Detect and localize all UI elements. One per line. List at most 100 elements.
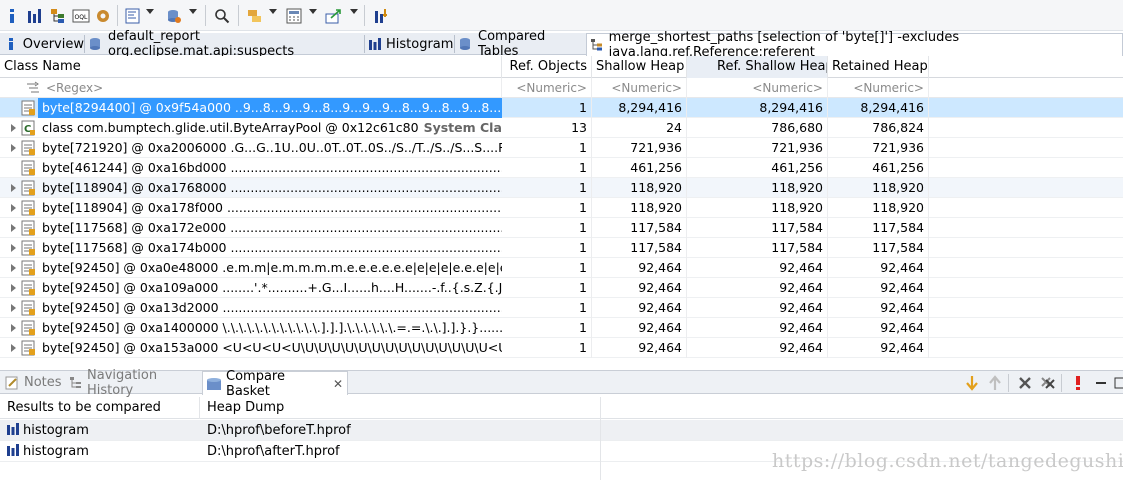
compare-results-icon[interactable] <box>1068 373 1088 392</box>
column-header-results[interactable]: Results to be compared <box>0 397 200 419</box>
object-icon <box>21 340 35 356</box>
retained-cell: 92,464 <box>828 278 929 298</box>
tab-histogram[interactable]: Histogram <box>365 33 453 55</box>
editor-tab-bar: Overview default_report org.eclipse.mat.… <box>0 29 1123 60</box>
maximize-icon[interactable] <box>1110 373 1123 392</box>
tab-overview[interactable]: Overview <box>0 33 84 55</box>
column-header-heap-dump[interactable]: Heap Dump <box>200 397 601 419</box>
expand-arrow-icon[interactable] <box>11 224 16 232</box>
class-name-cell: class com.bumptech.glide.util.ByteArrayP… <box>38 118 502 138</box>
retained-cell: 117,584 <box>828 238 929 258</box>
ref-objects-filter-input[interactable]: <Numeric> <box>502 78 592 98</box>
expand-arrow-icon[interactable] <box>11 304 16 312</box>
table-row[interactable]: byte[117568] @ 0xa172e000 ..............… <box>0 218 1123 238</box>
table-row[interactable]: byte[92450] @ 0xa1400000 \.\.\.\.\.\.\.\… <box>0 318 1123 338</box>
table-row[interactable]: Cclass com.bumptech.glide.util.ByteArray… <box>0 118 1123 138</box>
object-icon <box>21 140 35 156</box>
histogram-icon <box>7 441 19 462</box>
regex-filter-input[interactable]: <Regex> <box>0 78 502 98</box>
shallow-cell: 721,936 <box>592 138 687 158</box>
system-class-badge: System Class <box>423 120 502 135</box>
table-row[interactable]: byte[721920] @ 0xa2006000 .G...G..1U..0U… <box>0 138 1123 158</box>
refshallow-cell: 8,294,416 <box>687 98 828 118</box>
object-icon <box>21 280 35 296</box>
object-icon <box>21 320 35 336</box>
column-header-ref-shallow-heap[interactable]: Ref. Shallow Heap <box>687 56 828 78</box>
refshallow-cell: 461,256 <box>687 158 828 178</box>
remove-icon[interactable] <box>1015 373 1035 392</box>
table-row[interactable]: byte[118904] @ 0xa178f000 ..............… <box>0 198 1123 218</box>
column-header-class-name[interactable]: Class Name <box>0 56 502 78</box>
tab-notes[interactable]: Notes <box>4 371 64 394</box>
table-row[interactable]: byte[92450] @ 0xa13d2000 ...............… <box>0 298 1123 318</box>
expand-arrow-icon[interactable] <box>11 264 16 272</box>
search-icon[interactable] <box>212 6 232 25</box>
regex-filter-placeholder: <Regex> <box>46 81 104 95</box>
shallow-cell: 92,464 <box>592 318 687 338</box>
expand-arrow-icon[interactable] <box>11 124 16 132</box>
shallow-heap-filter-input[interactable]: <Numeric> <box>592 78 687 98</box>
object-label: byte[118904] @ 0xa178f000 ..............… <box>42 200 502 215</box>
object-label: byte[721920] @ 0xa2006000 .G...G..1U..0U… <box>42 140 502 155</box>
expand-arrow-icon[interactable] <box>11 184 16 192</box>
tab-compare-basket[interactable]: Compare Basket ✕ <box>202 369 348 399</box>
tab-default-report[interactable]: default_report org.eclipse.mat.api:suspe… <box>85 29 363 59</box>
tree-icon <box>590 37 605 53</box>
shallow-cell: 92,464 <box>592 298 687 318</box>
tab-navigation-history[interactable]: Navigation History <box>68 368 200 398</box>
oql-icon[interactable]: OQL <box>71 6 91 25</box>
ref-cell: 1 <box>502 218 592 238</box>
expand-arrow-icon[interactable] <box>11 244 16 252</box>
ref-cell: 1 <box>502 98 592 118</box>
refshallow-cell: 92,464 <box>687 318 828 338</box>
minimize-icon[interactable] <box>1091 373 1111 392</box>
heap-dump-overview-icon[interactable] <box>93 6 113 25</box>
refshallow-cell: 786,680 <box>687 118 828 138</box>
table-row[interactable]: byte[117568] @ 0xa174b000 ..............… <box>0 238 1123 258</box>
calculate-retained-icon[interactable] <box>284 6 304 25</box>
histogram-icon[interactable] <box>25 6 45 25</box>
run-report-icon[interactable] <box>164 6 184 25</box>
expand-arrow-icon[interactable] <box>11 144 16 152</box>
shallow-cell: 461,256 <box>592 158 687 178</box>
ref-cell: 1 <box>502 258 592 278</box>
table-row[interactable]: byte[118904] @ 0xa1768000 ..............… <box>0 178 1123 198</box>
list-item[interactable]: histogram D:\hprof\beforeT.hprof <box>0 420 1123 441</box>
class-name-cell: byte[721920] @ 0xa2006000 .G...G..1U..0U… <box>38 138 502 158</box>
expand-arrow-icon[interactable] <box>11 284 16 292</box>
table-row[interactable]: byte[8294400] @ 0x9f54a000 ..9...8...9..… <box>0 98 1123 118</box>
expand-arrow-icon[interactable] <box>11 204 16 212</box>
table-row[interactable]: byte[461244] @ 0xa16bd000 ..............… <box>0 158 1123 178</box>
retained-cell: 92,464 <box>828 338 929 358</box>
object-label: class com.bumptech.glide.util.ByteArrayP… <box>42 120 419 135</box>
svg-text:OQL: OQL <box>75 14 88 21</box>
close-icon[interactable]: ✕ <box>333 377 343 391</box>
ref-shallow-heap-filter-input[interactable]: <Numeric> <box>687 78 828 98</box>
remove-all-icon[interactable] <box>1038 373 1058 392</box>
ref-cell: 1 <box>502 278 592 298</box>
column-header-retained-heap[interactable]: Retained Heap <box>828 56 929 78</box>
export-icon[interactable] <box>324 6 344 25</box>
object-icon <box>21 300 35 316</box>
object-label: byte[117568] @ 0xa174b000 ..............… <box>42 240 502 255</box>
ref-cell: 1 <box>502 338 592 358</box>
table-row[interactable]: byte[92450] @ 0xa109a000 ........'.*....… <box>0 278 1123 298</box>
ref-cell: 13 <box>502 118 592 138</box>
info-icon[interactable] <box>2 6 22 25</box>
retained-heap-filter-input[interactable]: <Numeric> <box>828 78 929 98</box>
dominator-tree-icon[interactable] <box>48 6 68 25</box>
group-by-icon[interactable] <box>245 6 265 25</box>
info-icon <box>3 36 19 52</box>
move-down-icon[interactable] <box>962 373 982 392</box>
column-header-shallow-heap[interactable]: Shallow Heap <box>592 56 687 78</box>
query-browser-icon[interactable] <box>123 6 143 25</box>
expand-arrow-icon[interactable] <box>11 344 16 352</box>
move-up-icon[interactable] <box>985 373 1005 392</box>
column-header-ref-objects[interactable]: Ref. Objects <box>502 56 592 78</box>
pin-icon[interactable] <box>371 6 391 25</box>
tab-compared-tables[interactable]: Compared Tables <box>455 29 585 59</box>
table-row[interactable]: byte[92450] @ 0xa153a000 <U<U<U<U\U\U\U\… <box>0 338 1123 358</box>
table-row[interactable]: byte[92450] @ 0xa0e48000 .e.m.m|e.m.m.m.… <box>0 258 1123 278</box>
expand-arrow-icon[interactable] <box>11 324 16 332</box>
tab-merge-shortest-paths[interactable]: merge_shortest_paths [selection of 'byte… <box>586 30 1123 60</box>
